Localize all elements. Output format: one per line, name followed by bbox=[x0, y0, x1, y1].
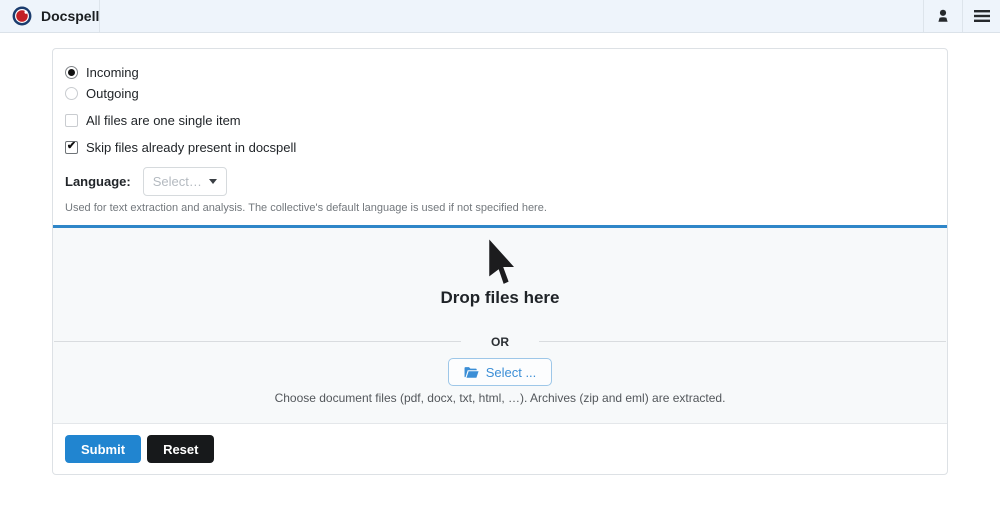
dropzone-hint: Choose document files (pdf, docx, txt, h… bbox=[53, 391, 947, 405]
or-divider: OR bbox=[53, 335, 947, 348]
checkbox-single-item[interactable]: ✔ All files are one single item bbox=[65, 110, 935, 130]
checkbox-single-item-control[interactable]: ✔ bbox=[65, 114, 78, 127]
reset-button[interactable]: Reset bbox=[147, 435, 214, 463]
file-dropzone[interactable]: Drop files here OR Select ... Choose doc… bbox=[53, 225, 947, 423]
radio-incoming-label: Incoming bbox=[86, 65, 139, 80]
select-files-button-label: Select ... bbox=[486, 365, 537, 380]
mouse-cursor-icon bbox=[487, 238, 514, 291]
radio-outgoing-label: Outgoing bbox=[86, 86, 139, 101]
upload-settings-form: Incoming Outgoing ✔ All files are one si… bbox=[53, 49, 947, 225]
or-label: OR bbox=[491, 335, 509, 349]
divider-line-left bbox=[54, 341, 461, 342]
brand-link[interactable]: Docspell bbox=[0, 0, 100, 32]
checkbox-skip-duplicates-control[interactable]: ✔ bbox=[65, 141, 78, 154]
user-menu-button[interactable] bbox=[923, 0, 962, 32]
navbar: Docspell bbox=[0, 0, 1000, 33]
main-menu-button[interactable] bbox=[962, 0, 1000, 32]
language-row: Language: Select… bbox=[65, 167, 935, 196]
radio-outgoing-control[interactable] bbox=[65, 87, 78, 100]
checkbox-skip-duplicates[interactable]: ✔ Skip files already present in docspell bbox=[65, 137, 935, 157]
checkbox-skip-duplicates-label: Skip files already present in docspell bbox=[86, 140, 296, 155]
radio-incoming[interactable]: Incoming bbox=[65, 62, 935, 82]
checkbox-single-item-label: All files are one single item bbox=[86, 113, 241, 128]
submit-button[interactable]: Submit bbox=[65, 435, 141, 463]
radio-incoming-control[interactable] bbox=[65, 66, 78, 79]
user-icon bbox=[935, 8, 951, 24]
navbar-spacer bbox=[100, 0, 923, 32]
caret-down-icon bbox=[209, 179, 217, 184]
language-help-text: Used for text extraction and analysis. T… bbox=[65, 202, 935, 214]
radio-outgoing[interactable]: Outgoing bbox=[65, 83, 935, 103]
hamburger-icon bbox=[974, 9, 990, 23]
upload-card: Incoming Outgoing ✔ All files are one si… bbox=[52, 48, 948, 475]
language-label: Language: bbox=[65, 174, 131, 189]
language-select[interactable]: Select… bbox=[143, 167, 227, 196]
folder-open-icon bbox=[464, 366, 479, 379]
brand-title: Docspell bbox=[41, 8, 99, 24]
docspell-logo-icon bbox=[11, 5, 33, 27]
language-select-placeholder: Select… bbox=[153, 174, 205, 189]
divider-line-right bbox=[539, 341, 946, 342]
select-files-button[interactable]: Select ... bbox=[448, 358, 553, 386]
card-footer: Submit Reset bbox=[53, 423, 947, 474]
